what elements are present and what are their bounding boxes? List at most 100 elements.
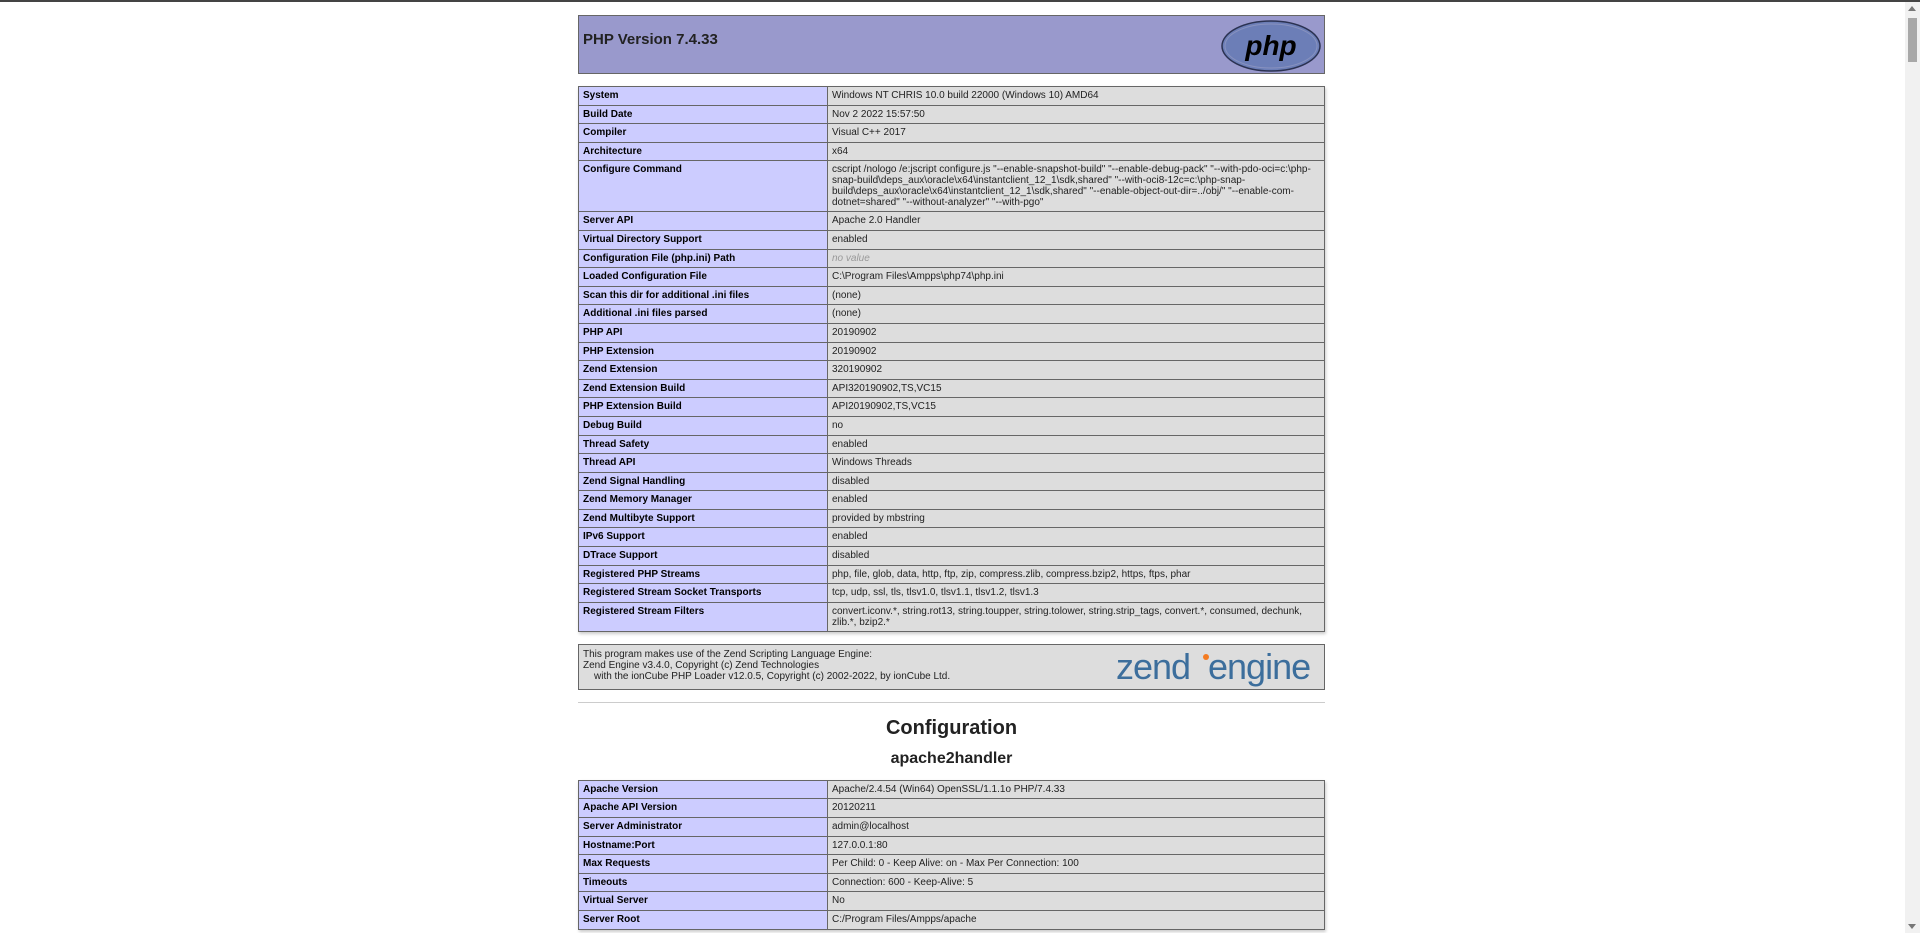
info-row: Compiler Visual C++ 2017 [578,123,1325,143]
setting-value: admin@localhost [827,817,1325,837]
info-row: System Windows NT CHRIS 10.0 build 22000 … [578,86,1325,106]
apache2handler-body: Apache Version Apache/2.4.54 (Win64) Open… [578,779,1325,930]
setting-name: Zend Extension Build [578,378,828,399]
info-row: Registered PHP Streams php, file, glob, d… [578,564,1325,585]
zend-engine-logo-icon[interactable]: zend engine [1116,649,1321,687]
setting-name: Architecture [578,141,828,162]
info-row: IPv6 Support enabled [578,527,1325,548]
vertical-scrollbar[interactable] [1905,2,1920,933]
info-row: Build Date Nov 2 2022 15:57:50 [578,104,1325,125]
info-row: Debug Build no [578,415,1325,436]
config-row: Timeouts Connection: 600 - Keep-Alive: 5 [578,872,1325,893]
setting-name: Zend Signal Handling [578,471,828,492]
info-row: Server API Apache 2.0 Handler [578,211,1325,231]
svg-text:zend: zend [1116,649,1190,687]
config-row: Apache Version Apache/2.4.54 (Win64) Open… [578,779,1325,800]
setting-name: Registered Stream Filters [578,601,828,632]
system-info-table: System Windows NT CHRIS 10.0 build 22000 … [578,86,1325,632]
setting-name: Server API [578,211,828,231]
system-info-body: System Windows NT CHRIS 10.0 build 22000 … [578,86,1325,632]
setting-name: PHP Extension [578,341,828,362]
scroll-down-arrow-icon[interactable] [1908,924,1916,929]
config-row: Max Requests Per Child: 0 - Keep Alive: o… [578,854,1325,874]
config-row: Virtual Server No [578,891,1325,911]
apache2handler-table: Apache Version Apache/2.4.54 (Win64) Open… [578,779,1325,930]
config-row: Hostname:Port 127.0.0.1:80 [578,835,1325,856]
info-row: PHP API 20190902 [578,322,1325,343]
info-row: Additional .ini files parsed (none) [578,304,1325,324]
scroll-up-arrow-icon[interactable] [1908,6,1916,11]
info-row: Zend Memory Manager enabled [578,490,1325,510]
setting-name: Zend Memory Manager [578,490,828,510]
info-row: Zend Multibyte Support provided by mbstri… [578,508,1325,529]
setting-value: Visual C++ 2017 [827,123,1325,143]
info-row: Architecture x64 [578,141,1325,162]
config-row: Server Root C:/Program Files/Ampps/apache [578,910,1325,930]
setting-name: Hostname:Port [578,835,828,856]
php-logo-icon[interactable]: php [1221,20,1321,72]
setting-name: Server Root [578,910,828,930]
setting-name: PHP API [578,322,828,343]
setting-value: 20190902 [827,322,1325,343]
setting-value: disabled [827,546,1325,566]
setting-value: Windows Threads [827,453,1325,473]
setting-value: C:\Program Files\Ampps\php74\php.ini [827,267,1325,287]
setting-value: Apache 2.0 Handler [827,211,1325,231]
setting-name: Zend Extension [578,360,828,380]
setting-name: DTrace Support [578,546,828,566]
info-row: Scan this dir for additional .ini files(… [578,285,1325,306]
setting-name: Registered PHP Streams [578,564,828,585]
setting-value: convert.iconv.*, string.rot13, string.to… [827,601,1325,632]
info-row: PHP Extension Build API20190902,TS,VC15 [578,397,1325,417]
setting-value: Apache/2.4.54 (Win64) OpenSSL/1.1.1o PHP… [827,779,1325,800]
setting-name: Apache Version [578,779,828,800]
setting-name: Debug Build [578,415,828,436]
setting-name: Additional .ini files parsed [578,304,828,324]
setting-name: Configuration File (php.ini) Path [578,248,828,269]
setting-value: disabled [827,471,1325,492]
setting-value: no [827,415,1325,436]
info-row: Configuration File (php.ini) Path no valu… [578,248,1325,269]
scrollbar-thumb[interactable] [1908,18,1917,62]
page-title: PHP Version 7.4.33 [583,31,718,48]
setting-name: Virtual Directory Support [578,229,828,250]
info-row: Configure Command cscript /nologo /e:jscr… [578,160,1325,213]
setting-name: System [578,86,828,106]
setting-name: Zend Multibyte Support [578,508,828,529]
setting-value: Nov 2 2022 15:57:50 [827,104,1325,125]
setting-value: x64 [827,141,1325,162]
setting-name: Configure Command [578,160,828,213]
setting-name: Thread Safety [578,434,828,455]
setting-name: Compiler [578,123,828,143]
config-row: Apache API Version 20120211 [578,798,1325,819]
setting-name: Apache API Version [578,798,828,819]
setting-value: 320190902 [827,360,1325,380]
setting-value: php, file, glob, data, http, ftp, zip, c… [827,564,1325,585]
setting-value: Connection: 600 - Keep-Alive: 5 [827,872,1325,893]
svg-text:engine: engine [1208,649,1310,687]
setting-name: Max Requests [578,854,828,874]
setting-name: Virtual Server [578,891,828,911]
setting-value: No [827,891,1325,911]
info-row: Thread API Windows Threads [578,453,1325,473]
setting-value: Windows NT CHRIS 10.0 build 22000 (Windo… [827,86,1325,106]
zend-engine-box: This program makes use of the Zend Scrip… [578,643,1325,690]
info-row: Virtual Directory Support enabled [578,229,1325,250]
page-viewport: PHP Version 7.4.33 php System Windows NT … [0,2,1905,933]
setting-value: Per Child: 0 - Keep Alive: on - Max Per … [827,854,1325,874]
setting-value: 20190902 [827,341,1325,362]
apache2handler-heading: apache2handler [890,749,1013,767]
php-version-header: PHP Version 7.4.33 php [578,15,1325,74]
setting-value: enabled [827,229,1325,250]
setting-value: no value [827,248,1325,269]
setting-value: tcp, udp, ssl, tls, tlsv1.0, tlsv1.1, tl… [827,583,1325,603]
setting-name: Loaded Configuration File [578,267,828,287]
info-row: Zend Signal Handling disabled [578,471,1325,492]
setting-value: 20120211 [827,798,1325,819]
setting-value: enabled [827,490,1325,510]
setting-value: enabled [827,527,1325,548]
setting-value: provided by mbstring [827,508,1325,529]
setting-value: API320190902,TS,VC15 [827,378,1325,399]
setting-name: Scan this dir for additional .ini files [578,285,828,306]
setting-value: 127.0.0.1:80 [827,835,1325,856]
